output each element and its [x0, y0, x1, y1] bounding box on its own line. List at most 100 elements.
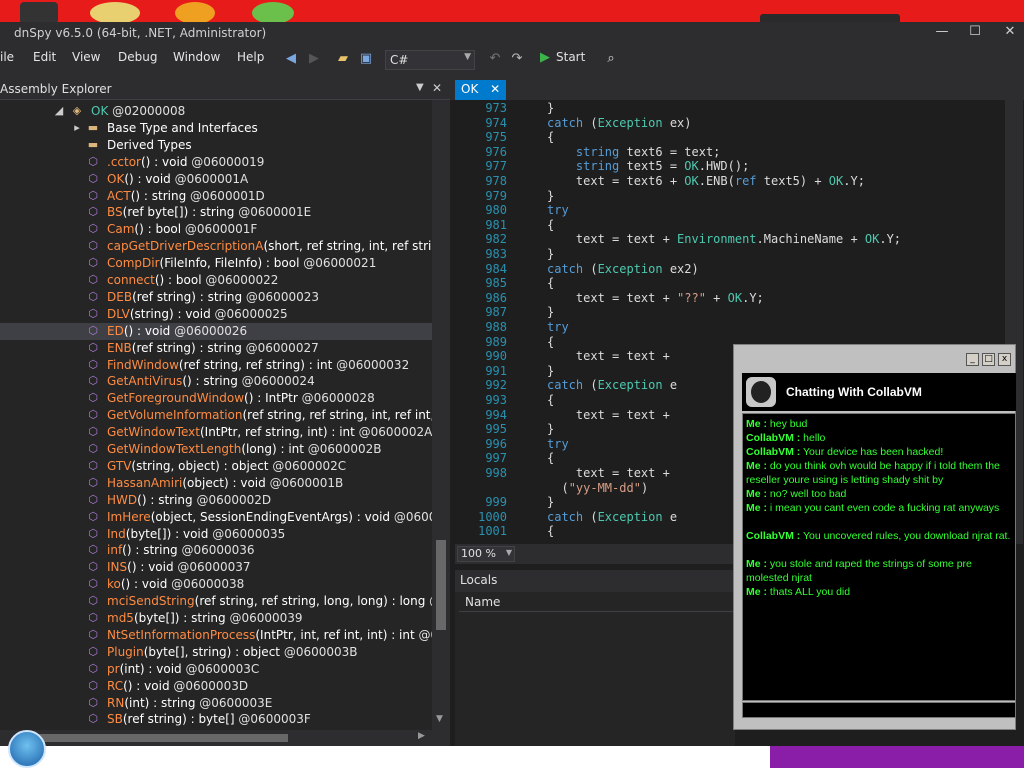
tree-method-item[interactable]: ⬡ ImHere(object, SessionEndingEventArgs) … [0, 509, 432, 526]
tree-method-item[interactable]: ⬡ RC() : void @0600003D [0, 678, 432, 695]
method-name: SB [107, 712, 123, 727]
tree-method-item[interactable]: ⬡ BS(ref byte[]) : string @0600001E [0, 204, 432, 221]
line-number: 980 [485, 203, 507, 218]
tree-method-item[interactable]: ⬡ DEB(ref string) : string @06000023 [0, 289, 432, 306]
tree-method-item[interactable]: ⬡ mciSendString(ref string, ref string, l… [0, 593, 432, 610]
expand-arrow-icon[interactable]: ◢ [52, 104, 66, 118]
method-name: INS [107, 560, 128, 575]
line-number: 988 [485, 320, 507, 334]
tree-method-item[interactable]: ⬡ GetWindowText(IntPtr, ref string, int) … [0, 424, 432, 441]
tree-vertical-scrollbar[interactable]: ▼ [432, 100, 450, 730]
tree-method-item[interactable]: ⬡ GetVolumeInformation(ref string, ref st… [0, 407, 432, 424]
language-select[interactable]: C# ▼ [385, 50, 475, 70]
line-number: 995 [485, 422, 507, 437]
chat-sender: Me : [746, 488, 767, 500]
chat-input[interactable] [742, 702, 1016, 718]
start-button[interactable]: ▶ Start [540, 50, 585, 65]
forward-icon[interactable]: ▶ [305, 51, 323, 69]
token: @0600003F [234, 712, 311, 727]
code-line: ("yy-MM-dd") [547, 480, 649, 495]
back-icon[interactable]: ◀ [282, 51, 300, 69]
tree-method-item[interactable]: ⬡ ACT() : string @0600001D [0, 188, 432, 205]
zoom-select[interactable]: 100 % ▼ [457, 546, 515, 562]
tree-method-item[interactable]: ⬡ ENB(ref string) : string @06000027 [0, 340, 432, 357]
tree-method-item[interactable]: ⬡ GetForegroundWindow() : IntPtr @0600002… [0, 390, 432, 407]
save-icon[interactable]: ▣ [357, 51, 375, 69]
undo-icon[interactable]: ↶ [486, 51, 504, 69]
open-folder-icon[interactable]: ▰ [334, 51, 352, 69]
tree-method-item[interactable]: ⬡ capGetDriverDescriptionA(short, ref str… [0, 238, 432, 255]
tab-ok[interactable]: OK ✕ [455, 80, 507, 100]
tree-method-item[interactable]: ⬡ OK() : void @0600001A [0, 171, 432, 188]
code-line: } [547, 422, 555, 437]
tree-method-item[interactable]: ⬡ INS() : void @06000037 [0, 559, 432, 576]
maximize-button[interactable]: ☐ [963, 24, 987, 42]
chat-close-button[interactable]: x [998, 353, 1011, 366]
method-icon: ⬡ [88, 205, 98, 219]
method-icon: ⬡ [88, 661, 98, 675]
expand-arrow-icon[interactable]: ▸ [70, 121, 84, 135]
method-icon: ⬡ [88, 357, 98, 371]
tree-method-item[interactable]: ⬡ DLV(string) : void @06000025 [0, 306, 432, 323]
menu-help[interactable]: Help [237, 50, 264, 64]
tree-scroll-thumb[interactable] [436, 540, 446, 630]
tree-method-item[interactable]: ⬡ CompDir(FileInfo, FileInfo) : bool @060… [0, 255, 432, 272]
close-button[interactable]: ✕ [998, 24, 1022, 42]
search-icon[interactable]: ⌕ [602, 51, 620, 69]
tree-method-item[interactable]: ⬡ md5(byte[]) : string @06000039 [0, 610, 432, 627]
panel-close-icon[interactable]: ✕ [432, 81, 442, 95]
private-method-icon: ⬡ [88, 256, 98, 270]
menu-edit[interactable]: Edit [33, 50, 56, 64]
return-type: void [141, 577, 168, 592]
tree-method-item[interactable]: ⬡ Plugin(byte[], string) : object @060000… [0, 644, 432, 661]
tree-folder-item[interactable]: ▸ ▬ Base Type and Interfaces [0, 120, 432, 137]
tree-method-item[interactable]: ⬡ RN(int) : string @0600003E [0, 695, 432, 712]
tree-horizontal-scrollbar[interactable]: ▶ [0, 730, 450, 746]
tree-method-item[interactable]: ⬡ GetAntiVirus() : string @06000024 [0, 373, 432, 390]
tree-method-item[interactable]: ⬡ GetWindowTextLength(long) : int @060000… [0, 441, 432, 458]
tree-method-item[interactable]: ⬡ Ind(byte[]) : void @06000035 [0, 526, 432, 543]
chat-message: Me : thats ALL you did [746, 585, 1014, 599]
panel-dropdown-icon[interactable]: ▼ [416, 82, 424, 93]
menu-window[interactable]: Window [173, 50, 220, 64]
method-icon: ⬡ [88, 340, 98, 354]
tree-method-item[interactable]: ⬡ SB(ref string) : byte[] @0600003F [0, 711, 432, 728]
return-type: void [240, 475, 266, 490]
tree-method-item[interactable]: ⬡ .cctor() : void @06000019 [0, 154, 432, 171]
line-number: 993 [485, 393, 507, 407]
tree-method-item[interactable]: ⬡ connect() : bool @06000022 [0, 272, 432, 289]
tree-method-item[interactable]: ⬡ NtSetInformationProcess(IntPtr, int, re… [0, 627, 432, 644]
return-type: void [144, 678, 170, 693]
folder-icon: ▬ [87, 120, 99, 134]
tree-method-item[interactable]: ⬡ inf() : string @06000036 [0, 542, 432, 559]
tree-hscroll-thumb[interactable] [18, 734, 288, 742]
tab-close-icon[interactable]: ✕ [490, 82, 500, 96]
code-line: text = text + "??" + OK.Y; [547, 290, 764, 305]
minimize-button[interactable]: — [930, 24, 954, 42]
chat-sender: CollabVM : [746, 530, 801, 542]
tree-method-item[interactable]: ⬡ ko() : void @06000038 [0, 576, 432, 593]
assembly-tree: ◢ ◈ OK @02000008 ▸ ▬ Base Type and Interfaces… [0, 100, 432, 730]
tree-folder-item[interactable]: ▬ Derived Types [0, 137, 432, 154]
tree-method-item[interactable]: ⬡ ED() : void @06000026 [0, 322, 432, 340]
tree-method-item[interactable]: ⬡ Cam() : bool @0600001F [0, 221, 432, 238]
chat-minimize-button[interactable]: _ [966, 353, 979, 366]
tree-method-item[interactable]: ⬡ HWD() : string @0600002D [0, 492, 432, 509]
menu-view[interactable]: View [72, 50, 100, 64]
tree-method-item[interactable]: ⬡ FindWindow(ref string, ref string) : in… [0, 357, 432, 374]
tree-class-item[interactable]: ◢ ◈ OK @02000008 [0, 103, 432, 120]
menu-file[interactable]: ile [0, 50, 14, 64]
return-type: bool [175, 273, 202, 287]
scroll-right-icon[interactable]: ▶ [418, 731, 425, 741]
locals-name-column[interactable]: Name [459, 592, 735, 612]
tree-method-item[interactable]: ⬡ pr(int) : void @0600003C [0, 661, 432, 678]
menu-debug[interactable]: Debug [118, 50, 157, 64]
line-number: 982 [485, 232, 507, 247]
tree-method-item[interactable]: ⬡ HassanAmiri(object) : void @0600001B [0, 475, 432, 492]
method-signature: (ref string) : [132, 289, 208, 304]
scroll-down-icon[interactable]: ▼ [436, 714, 443, 724]
redo-icon[interactable]: ↷ [508, 51, 526, 69]
start-orb-icon[interactable] [8, 730, 46, 768]
chat-maximize-button[interactable]: □ [982, 353, 995, 366]
tree-method-item[interactable]: ⬡ GTV(string, object) : object @0600002C [0, 458, 432, 475]
